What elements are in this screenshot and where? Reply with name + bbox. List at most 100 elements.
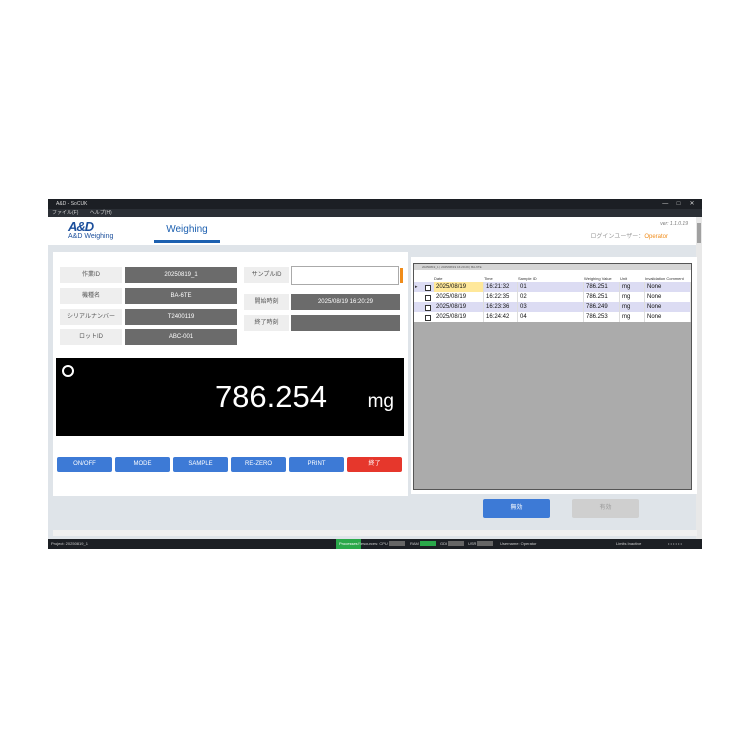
- col-unit[interactable]: Unit: [620, 270, 644, 282]
- col-time[interactable]: Time: [484, 270, 518, 282]
- minimize-icon[interactable]: —: [659, 199, 671, 209]
- start-time-value: 2025/08/19 16:20:29: [291, 294, 400, 310]
- cell-date[interactable]: 2025/08/19: [434, 302, 484, 312]
- close-icon[interactable]: ✕: [686, 199, 698, 209]
- cell-unit[interactable]: mg: [620, 302, 645, 312]
- menu-file[interactable]: ファイル(F): [52, 210, 78, 216]
- weight-value: 786.254: [214, 379, 327, 414]
- cell-unit[interactable]: mg: [620, 292, 645, 302]
- print-button[interactable]: PRINT: [289, 457, 344, 472]
- tab-weighing[interactable]: Weighing: [154, 223, 220, 243]
- cell-sample[interactable]: 04: [518, 312, 584, 322]
- col-weighing-value[interactable]: Weighing Value: [584, 270, 620, 282]
- col-sample-id[interactable]: Sample ID: [518, 270, 584, 282]
- maximize-icon[interactable]: □: [673, 199, 685, 209]
- login-user: ログインユーザー：Operator: [590, 231, 668, 240]
- cell-comment[interactable]: None: [645, 282, 691, 292]
- row-checkbox[interactable]: [425, 295, 431, 301]
- cell-unit[interactable]: mg: [620, 312, 645, 322]
- cell-sample[interactable]: 03: [518, 302, 584, 312]
- brand-logo: A&D A&D Weighing: [68, 219, 128, 241]
- cell-comment[interactable]: None: [645, 302, 691, 312]
- cell-sample[interactable]: 02: [518, 292, 584, 302]
- status-process: Processes: [336, 539, 361, 549]
- status-ram-label: RAM: [410, 541, 419, 546]
- title-bar: A&D - SoCUK — □ ✕: [48, 199, 702, 209]
- cell-value[interactable]: 786.253: [584, 312, 620, 322]
- serial-label: シリアルナンバー: [60, 309, 122, 325]
- table-row[interactable]: 2025/08/19 16:22:35 02 786.251 mg None: [414, 292, 691, 302]
- model-label: 機種名: [60, 288, 122, 304]
- sample-button[interactable]: SAMPLE: [173, 457, 228, 472]
- scrollbar-thumb[interactable]: [697, 223, 701, 243]
- table-row[interactable]: 2025/08/19 16:24:42 04 786.253 mg None: [414, 312, 691, 322]
- cpu-meter: [388, 541, 405, 547]
- cell-unit[interactable]: mg: [620, 282, 645, 292]
- results-grid: 20250819_1 | 2025/08/19 16:20:29 | BA-6T…: [413, 263, 692, 490]
- menu-bar: ファイル(F) ヘルプ(H): [48, 209, 702, 217]
- status-project: Project: 20250819_1: [51, 541, 88, 546]
- start-time-label: 開始時刻: [244, 294, 289, 310]
- invalidate-button[interactable]: 無効: [483, 499, 550, 518]
- grid-header: Date Time Sample ID Weighing Value Unit …: [414, 270, 691, 282]
- sample-id-indicator: [400, 268, 403, 283]
- status-usr: USR: [468, 539, 494, 549]
- validate-button[interactable]: 有効: [572, 499, 639, 518]
- cell-time[interactable]: 16:21:32: [484, 282, 518, 292]
- sample-id-input[interactable]: [291, 266, 399, 285]
- rezero-button[interactable]: RE-ZERO: [231, 457, 286, 472]
- status-resources: Resources: CPU: [358, 539, 405, 549]
- cell-time[interactable]: 16:23:36: [484, 302, 518, 312]
- mode-button[interactable]: MODE: [115, 457, 170, 472]
- cell-date[interactable]: 2025/08/19: [434, 292, 484, 302]
- cell-value[interactable]: 786.251: [584, 282, 620, 292]
- weight-unit: mg: [367, 391, 394, 412]
- app-header: A&D A&D Weighing Weighing ver: 1.1.0.19 …: [48, 217, 696, 245]
- sample-id-label: サンプルID: [244, 267, 289, 283]
- col-invalidation-comment[interactable]: Invalidation Comment: [645, 270, 689, 282]
- table-row[interactable]: 2025/08/19 16:23:36 03 786.249 mg None: [414, 302, 691, 312]
- window-title: A&D - SoCUK: [56, 201, 88, 207]
- login-username: Operator: [644, 234, 668, 240]
- finish-button[interactable]: 終了: [347, 457, 402, 472]
- cell-sample[interactable]: 01: [518, 282, 584, 292]
- window-controls: — □ ✕: [659, 199, 698, 209]
- row-checkbox[interactable]: [425, 305, 431, 311]
- usr-meter: [477, 541, 494, 547]
- status-gdi-label: GDI: [440, 541, 448, 546]
- lot-label: ロットID: [60, 329, 122, 345]
- model-value: BA-6TE: [125, 288, 237, 304]
- lot-value: ABC-001: [125, 329, 237, 345]
- weighing-panel: 作業ID 20250819_1 機種名 BA-6TE シリアルナンバー T240…: [53, 252, 408, 496]
- cell-time[interactable]: 16:24:42: [484, 312, 518, 322]
- status-bar: Project: 20250819_1 Processes Resources:…: [48, 539, 702, 549]
- weight-display: 786.254 mg: [56, 358, 404, 436]
- app-window: A&D - SoCUK — □ ✕ ファイル(F) ヘルプ(H) A&D A&D…: [48, 199, 702, 549]
- ram-meter: [419, 541, 436, 547]
- cell-comment[interactable]: None: [645, 312, 691, 322]
- status-dots: • • • • • •: [668, 541, 682, 546]
- col-date[interactable]: Date: [434, 270, 483, 282]
- status-username: Username: Operator: [500, 541, 537, 546]
- login-label: ログインユーザー：: [590, 234, 645, 240]
- row-checkbox[interactable]: [425, 315, 431, 321]
- cell-value[interactable]: 786.251: [584, 292, 620, 302]
- menu-help[interactable]: ヘルプ(H): [90, 210, 112, 216]
- horizontal-scrollbar[interactable]: [53, 530, 697, 536]
- cell-date[interactable]: 2025/08/19: [434, 282, 484, 292]
- onoff-button[interactable]: ON/OFF: [57, 457, 112, 472]
- table-row[interactable]: ▸ 2025/08/19 16:21:32 01 786.251 mg None: [414, 282, 691, 292]
- status-limits: Limits Inactive: [616, 541, 642, 546]
- end-time-label: 終了時刻: [244, 315, 289, 331]
- status-ram: RAM: [410, 539, 436, 549]
- cell-value[interactable]: 786.249: [584, 302, 620, 312]
- row-checkbox[interactable]: [425, 285, 431, 291]
- job-id-label: 作業ID: [60, 267, 122, 283]
- serial-value: T2400119: [125, 309, 237, 325]
- job-id-value: 20250819_1: [125, 267, 237, 283]
- cell-date[interactable]: 2025/08/19: [434, 312, 484, 322]
- cell-comment[interactable]: None: [645, 292, 691, 302]
- logo-mark: A&D: [68, 219, 94, 234]
- gdi-meter: [448, 541, 465, 547]
- cell-time[interactable]: 16:22:35: [484, 292, 518, 302]
